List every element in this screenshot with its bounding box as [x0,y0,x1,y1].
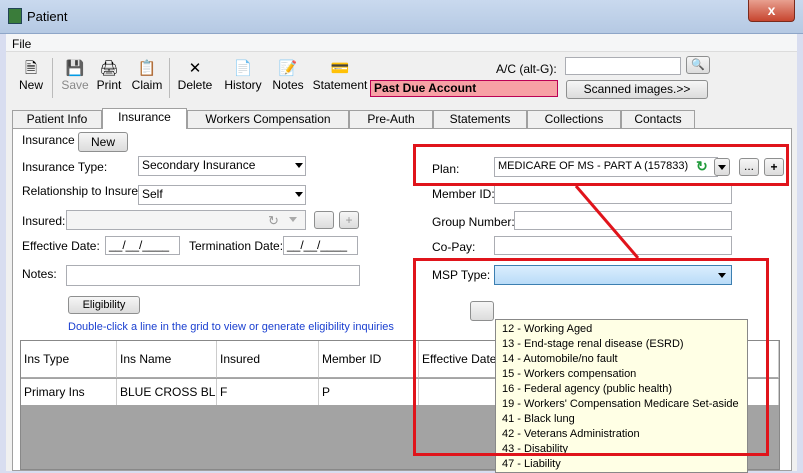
toolbar-separator [169,58,170,98]
close-button[interactable]: x [748,0,795,22]
tab-statements[interactable]: Statements [433,110,527,128]
chevron-down-icon [289,217,297,222]
termination-date-label: Termination Date: [189,239,284,253]
effective-date-input[interactable]: __/__/____ [105,236,180,255]
relationship-value: Self [142,187,163,201]
delete-icon: ✕ [188,60,202,77]
grid-cell[interactable]: Primary Ins [21,379,117,405]
grid-cell[interactable]: F [217,379,319,405]
claim-icon: 📋 [137,60,157,77]
chevron-down-icon [295,163,303,168]
grid-cell[interactable]: BLUE CROSS BL... [117,379,217,405]
tab-collections[interactable]: Collections [527,110,621,128]
msp-option[interactable]: 47 - Liability [502,457,561,472]
insured-add-button[interactable]: + [339,211,359,229]
eligibility-button[interactable]: Eligibility [68,296,140,314]
window-title: Patient [27,9,68,24]
history-icon: 📄 [233,60,253,77]
save-icon: 💾 [65,60,85,77]
tab-workers-compensation[interactable]: Workers Compensation [187,110,349,128]
ac-label: A/C (alt-G): [496,62,557,76]
tab-insurance[interactable]: Insurance [102,108,187,129]
group-number-label: Group Number: [432,215,515,229]
plus-icon: + [345,213,353,227]
past-due-badge: Past Due Account [370,80,558,97]
termination-date-input[interactable]: __/__/____ [283,236,358,255]
delete-label: Delete [177,78,213,92]
new-button[interactable]: 🗎 New [16,60,46,100]
print-label: Print [96,78,122,92]
new-insurance-button[interactable]: New [78,132,128,152]
close-icon: x [767,2,776,18]
chevron-down-icon [295,192,303,197]
scanned-images-button[interactable]: Scanned images.>> [566,80,708,99]
notes-input[interactable] [66,265,360,286]
grid-header[interactable]: Insured [217,341,319,378]
notes-label: Notes: [22,267,57,281]
statement-button[interactable]: 💳 Statement [312,60,368,100]
binoculars-icon: 🔍 [691,59,705,71]
insured-browse-button[interactable] [314,211,334,229]
menu-file[interactable]: File [12,37,31,51]
effective-date-label: Effective Date: [22,239,100,253]
save-label: Save [61,78,89,92]
menu-bar: File [6,34,797,52]
toolbar-separator [52,58,53,98]
member-id-label: Member ID: [432,187,495,201]
ac-input[interactable] [565,57,681,75]
relationship-select[interactable]: Self [138,185,306,205]
eligibility-hint: Double-click a line in the grid to view … [68,321,394,333]
history-label: History [224,78,262,92]
notes-icon: 📝 [278,60,298,77]
app-icon [8,8,22,24]
new-label: New [18,78,43,92]
claim-label: Claim [131,78,163,92]
grid-header[interactable]: Ins Type [21,341,117,378]
grid-header[interactable]: Ins Name [117,341,217,378]
tab-patient-info[interactable]: Patient Info [12,110,102,128]
relationship-label: Relationship to Insured: [22,184,149,198]
statement-label: Statement [312,78,368,92]
annotation-arrow [574,185,640,259]
binoculars-button[interactable]: 🔍 [686,56,710,74]
msp-highlight-box [413,258,769,456]
statement-icon: 💳 [330,60,350,77]
delete-button[interactable]: ✕ Delete [176,60,214,100]
notes-button[interactable]: 📝 Notes [270,60,306,100]
tab-pre-auth[interactable]: Pre-Auth [349,110,433,128]
copay-label: Co-Pay: [432,240,476,254]
refresh-icon[interactable]: ↻ [268,213,279,229]
insurance-section-label: Insurance [22,133,75,147]
insurance-type-value: Secondary Insurance [142,158,256,172]
plan-highlight-box [413,144,789,186]
grid-header[interactable]: Member ID [319,341,419,378]
tab-contacts[interactable]: Contacts [621,110,695,128]
save-button[interactable]: 💾 Save [60,60,90,100]
insured-label: Insured: [22,214,66,228]
insurance-type-select[interactable]: Secondary Insurance [138,156,306,176]
notes-label: Notes [272,78,304,92]
insurance-type-label: Insurance Type: [22,160,108,174]
history-button[interactable]: 📄 History [221,60,265,100]
grid-cell[interactable]: P [319,379,419,405]
claim-button[interactable]: 📋 Claim [130,60,164,100]
print-button[interactable]: 🖨 Print [94,60,124,100]
window-client: File 🗎 New 💾 Save 🖨 Print 📋 Claim ✕ Delete 📄 H… [6,34,797,473]
new-doc-icon: 🗎 [24,60,38,77]
title-bar: Patient x [0,0,803,34]
print-icon: 🖨 [99,60,119,77]
